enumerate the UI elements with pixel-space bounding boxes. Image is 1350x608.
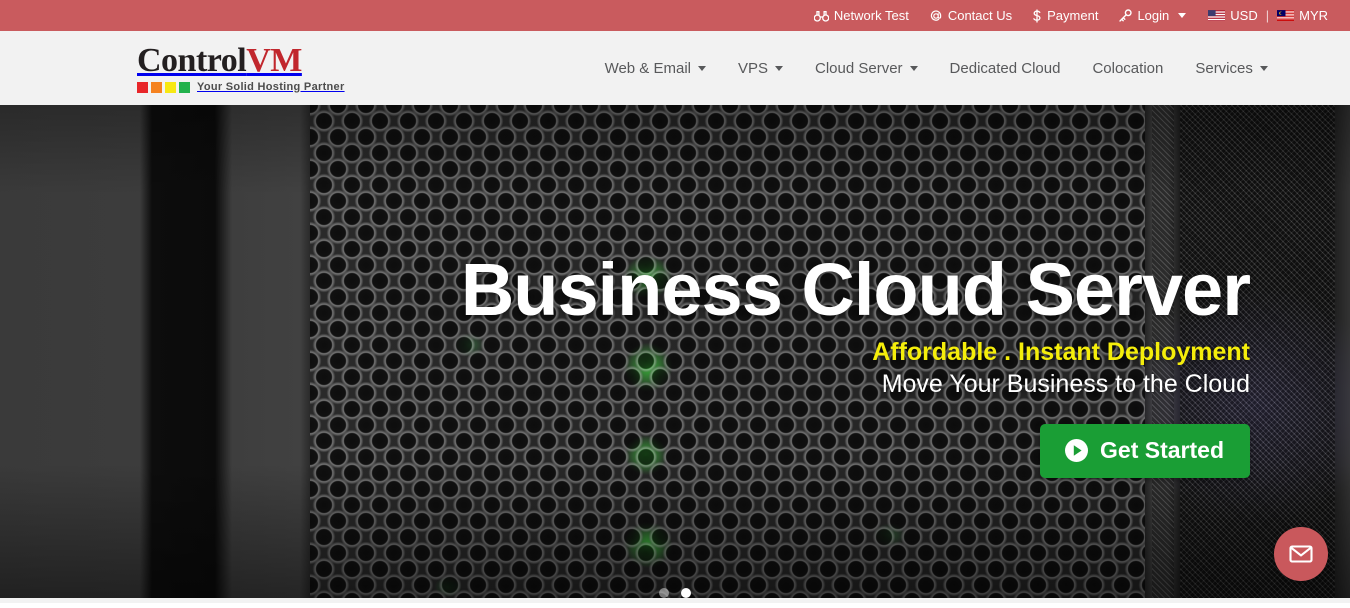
play-circle-icon <box>1064 438 1089 463</box>
hero-subtitle: Move Your Business to the Cloud <box>881 369 1250 398</box>
nav-label: Dedicated Cloud <box>949 59 1061 77</box>
carousel-dot-2[interactable] <box>681 588 691 598</box>
dollar-sign-icon <box>1032 8 1042 23</box>
currency-separator: | <box>1265 8 1270 23</box>
chevron-down-icon <box>775 65 783 71</box>
logo-wordmark: ControlVM <box>137 41 302 79</box>
nav-label: Web & Email <box>604 59 691 77</box>
carousel-dots <box>0 588 1350 598</box>
mail-icon <box>1288 541 1314 567</box>
logo-square-yellow <box>165 81 176 93</box>
top-utility-bar: Network Test Contact Us Payment Login US… <box>0 0 1350 31</box>
topbar-label: Network Test <box>833 8 909 23</box>
logo-text-vm: VM <box>246 41 302 79</box>
nav-item-colocation[interactable]: Colocation <box>1076 60 1179 77</box>
chevron-down-icon <box>1259 65 1268 71</box>
contact-mail-button[interactable] <box>1274 527 1328 581</box>
nav-label: Cloud Server <box>815 59 903 77</box>
site-header: ControlVM Your Solid Hosting Partner Web… <box>0 31 1350 105</box>
topbar-link-payment[interactable]: Payment <box>1032 8 1099 23</box>
site-logo[interactable]: ControlVM Your Solid Hosting Partner <box>137 41 345 93</box>
topbar-label: Payment <box>1047 8 1099 23</box>
topbar-label: Contact Us <box>947 8 1013 23</box>
binoculars-icon <box>813 10 829 22</box>
nav-label: VPS <box>737 59 768 77</box>
topbar-link-network-test[interactable]: Network Test <box>813 8 909 23</box>
carousel-dot-1[interactable] <box>659 588 669 598</box>
my-flag-icon <box>1277 10 1295 21</box>
logo-square-green <box>179 81 190 93</box>
nav-item-vps[interactable]: VPS <box>722 60 799 77</box>
hero-carousel: Business Cloud Server Affordable . Insta… <box>0 105 1350 603</box>
nav-item-web-and-email[interactable]: Web & Email <box>589 60 722 77</box>
topbar-link-login[interactable]: Login <box>1118 8 1187 23</box>
chevron-down-icon <box>1178 13 1187 18</box>
key-icon <box>1118 8 1133 23</box>
currency-label: MYR <box>1299 8 1328 23</box>
us-flag-icon <box>1208 10 1226 21</box>
get-started-label: Get Started <box>1100 437 1224 463</box>
currency-option-usd[interactable]: USD <box>1208 8 1258 23</box>
currency-label: USD <box>1230 8 1258 23</box>
chevron-down-icon <box>909 65 918 71</box>
logo-tagline: Your Solid Hosting Partner <box>197 80 345 93</box>
logo-tagline-row: Your Solid Hosting Partner <box>137 80 345 93</box>
currency-option-myr[interactable]: MYR <box>1277 8 1328 23</box>
hero-subtitle-highlight: Affordable . Instant Deployment <box>872 338 1250 366</box>
chevron-down-icon <box>697 65 706 71</box>
nav-item-services[interactable]: Services <box>1179 60 1284 77</box>
topbar-label: Login <box>1137 8 1170 23</box>
get-started-button[interactable]: Get Started <box>1040 424 1250 478</box>
logo-text-control: Control <box>137 41 247 79</box>
nav-item-cloud-server[interactable]: Cloud Server <box>799 60 934 77</box>
nav-label: Colocation <box>1092 59 1164 77</box>
nav-item-dedicated-cloud[interactable]: Dedicated Cloud <box>934 60 1077 77</box>
main-navigation: Web & Email VPS Cloud Server Dedicated C… <box>589 60 1284 77</box>
logo-square-red <box>137 81 148 93</box>
hero-content: Business Cloud Server Affordable . Insta… <box>100 248 1251 478</box>
nav-label: Services <box>1195 59 1253 77</box>
hero-title: Business Cloud Server <box>460 248 1251 331</box>
topbar-link-contact-us[interactable]: Contact Us <box>929 9 1012 23</box>
hero-cta-wrapper: Get Started <box>100 424 1250 478</box>
logo-square-orange <box>151 81 162 93</box>
currency-switcher: USD | MYR <box>1208 8 1328 23</box>
at-sign-icon <box>929 9 943 23</box>
page-bottom-strip <box>0 598 1350 603</box>
